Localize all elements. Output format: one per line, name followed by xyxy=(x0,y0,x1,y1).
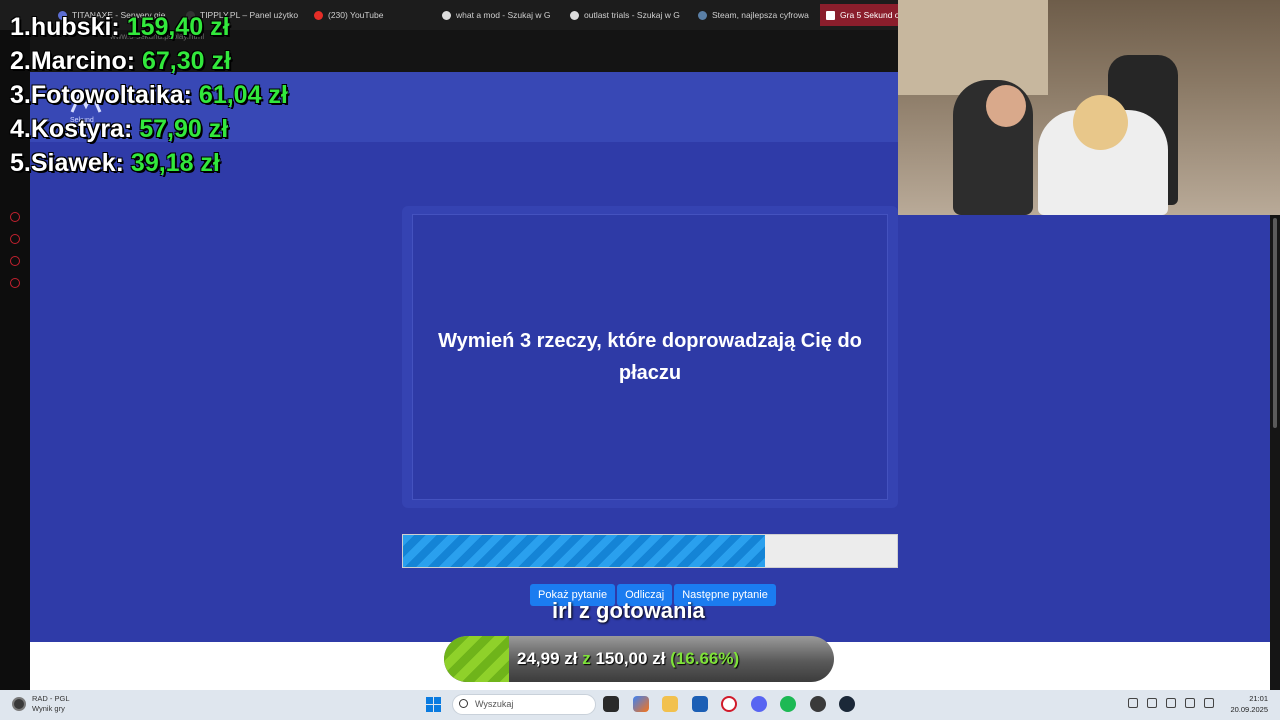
steering-wheel-icon xyxy=(12,697,26,711)
webcam-shelf xyxy=(898,0,1048,95)
timer-progress-bar xyxy=(402,534,898,568)
microphone-icon[interactable] xyxy=(1166,698,1176,708)
onedrive-icon[interactable] xyxy=(1147,698,1157,708)
widget-subtitle: Wynik gry xyxy=(32,704,65,713)
leaderboard-name: hubski: xyxy=(30,13,120,41)
question-card: Wymień 3 rzeczy, które doprowadzają Cię … xyxy=(412,214,888,500)
settings-icon[interactable] xyxy=(10,278,20,288)
goal-target: 150,00 zł xyxy=(595,649,666,668)
player-icon[interactable] xyxy=(10,212,20,222)
goal-current: 24,99 zł xyxy=(517,649,578,668)
network-icon[interactable] xyxy=(1185,698,1195,708)
goal-separator: z xyxy=(582,649,591,668)
scrollbar-thumb[interactable] xyxy=(1273,218,1277,428)
taskbar-search-placeholder: Wyszukaj xyxy=(475,699,514,709)
leaderboard-amount: 39,18 zł xyxy=(130,149,220,177)
leaderboard-name: Siawek: xyxy=(30,149,124,177)
history-icon[interactable] xyxy=(10,234,20,244)
tab-label: Gra 5 Sekund o xyxy=(840,10,900,20)
leaderboard-rank: 3. xyxy=(10,81,31,109)
google-icon xyxy=(570,10,579,20)
leaderboard-name: Marcino: xyxy=(30,47,136,75)
leaderboard-amount: 67,30 zł xyxy=(142,47,231,75)
tab-label: what a mod - Szukaj w G xyxy=(456,10,551,20)
tab-search-mod[interactable]: what a mod - Szukaj w G xyxy=(442,6,554,24)
extensions-icon[interactable] xyxy=(10,256,20,266)
task-view-icon[interactable] xyxy=(603,696,619,712)
windows-start-icon[interactable] xyxy=(426,697,441,712)
tab-youtube[interactable]: (230) YouTube xyxy=(314,6,424,24)
chevron-up-icon[interactable] xyxy=(1128,698,1138,708)
clock-date: 20.09.2025 xyxy=(1230,705,1268,714)
steam-taskbar-icon[interactable] xyxy=(839,696,855,712)
discord-icon[interactable] xyxy=(751,696,767,712)
webcam-feed xyxy=(898,0,1280,215)
opera-icon[interactable] xyxy=(721,696,737,712)
google-icon xyxy=(442,10,451,20)
leaderboard-row: 3.Fotowoltaika: 61,04 zł xyxy=(10,78,288,112)
leaderboard-name: Kostyra: xyxy=(30,115,133,143)
tab-label: outlast trials - Szukaj w G xyxy=(584,10,680,20)
document-icon xyxy=(826,10,835,20)
screen: TITANAXE - Serwery gier TIPPLY.PL – Pane… xyxy=(0,0,1280,720)
taskbar-clock[interactable]: 21:01 20.09.2025 xyxy=(1228,693,1268,715)
webcam-person-left-head xyxy=(986,85,1026,127)
leaderboard-row: 2.Marcino: 67,30 zł xyxy=(10,44,288,78)
leaderboard-amount: 57,90 zł xyxy=(139,115,229,143)
system-tray xyxy=(1128,698,1214,708)
webcam-person-right-head xyxy=(1073,95,1128,150)
leaderboard-row: 4.Kostyra: 57,90 zł xyxy=(10,112,288,146)
tab-steam[interactable]: Steam, najlepsza cyfrowa xyxy=(698,6,812,24)
copilot-icon[interactable] xyxy=(633,696,649,712)
widget-title: RAD - PGL xyxy=(32,694,70,703)
clock-time: 21:01 xyxy=(1249,694,1268,703)
store-icon[interactable] xyxy=(692,696,708,712)
search-icon xyxy=(459,699,468,708)
leaderboard-rank: 4. xyxy=(10,115,31,143)
volume-icon[interactable] xyxy=(1204,698,1214,708)
leaderboard-name: Fotowoltaika: xyxy=(30,81,192,109)
goal-percent: (16.66%) xyxy=(670,649,740,668)
youtube-icon xyxy=(314,10,323,20)
tab-search-outlast[interactable]: outlast trials - Szukaj w G xyxy=(570,6,684,24)
stream-title-overlay: irl z gotowania xyxy=(552,598,705,623)
leaderboard-amount: 61,04 zł xyxy=(198,81,288,109)
timer-progress-fill xyxy=(403,535,766,567)
leaderboard-amount: 159,40 zł xyxy=(126,13,230,41)
widget-text: RAD - PGL Wynik gry xyxy=(32,694,70,714)
tab-label: Steam, najlepsza cyfrowa xyxy=(712,10,809,20)
leaderboard-rank: 5. xyxy=(10,149,31,177)
tab-5-sekund-active[interactable]: Gra 5 Sekund o xyxy=(820,4,900,26)
leaderboard-rank: 2. xyxy=(10,47,31,75)
taskbar-widget[interactable]: RAD - PGL Wynik gry xyxy=(12,694,70,714)
file-explorer-icon[interactable] xyxy=(662,696,678,712)
donation-leaderboard: 1.hubski: 159,40 zł 2.Marcino: 67,30 zł … xyxy=(10,10,288,180)
leaderboard-row: 1.hubski: 159,40 zł xyxy=(10,10,288,44)
question-text: Wymień 3 rzeczy, które doprowadzają Cię … xyxy=(438,330,862,384)
tab-label: (230) YouTube xyxy=(328,10,384,20)
donation-goal-fill xyxy=(444,636,509,682)
donation-goal-text: 24,99 zł z 150,00 zł (16.66%) xyxy=(517,636,739,682)
leaderboard-rank: 1. xyxy=(10,13,31,41)
spotify-icon[interactable] xyxy=(780,696,796,712)
taskbar-search-box[interactable] xyxy=(452,694,596,715)
donation-goal-bar: 24,99 zł z 150,00 zł (16.66%) xyxy=(444,636,834,682)
leaderboard-row: 5.Siawek: 39,18 zł xyxy=(10,146,288,180)
steam-icon xyxy=(698,10,707,20)
obs-icon[interactable] xyxy=(810,696,826,712)
